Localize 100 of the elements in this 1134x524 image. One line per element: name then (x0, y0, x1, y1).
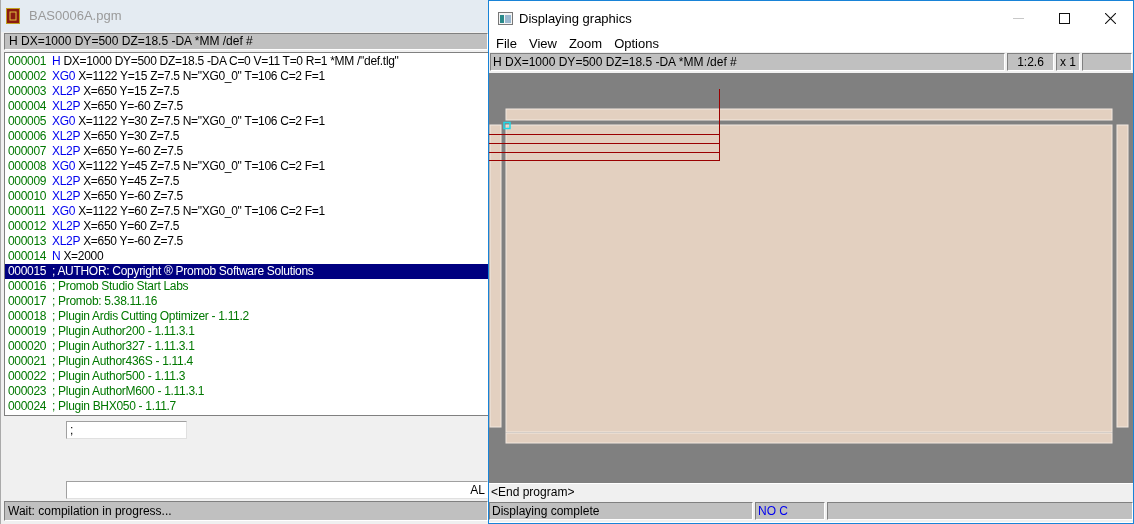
scale-field: 1:2.6 (1007, 53, 1054, 71)
comment-text: ; Promob: 5.38.11.16 (52, 293, 158, 309)
line-number: 000006 (7, 128, 48, 144)
code-row[interactable]: 000009 XL2P X=650 Y=45 Z=7.5 (5, 173, 488, 189)
input-field[interactable]: AL (66, 481, 488, 500)
code-text: X=650 Y=30 Z=7.5 (83, 128, 180, 144)
code-text: X=1122 Y=45 Z=7.5 N="XG0_0" T=106 C=2 F=1 (78, 158, 325, 174)
line-number: 000007 (7, 143, 48, 159)
keyword: N (52, 248, 61, 264)
mode-indicator: NO C (755, 502, 825, 520)
line-number: 000011 (7, 203, 47, 219)
code-row[interactable]: 000006 XL2P X=650 Y=30 Z=7.5 (5, 128, 488, 144)
code-row[interactable]: 000008 XG0 X=1122 Y=45 Z=7.5 N="XG0_0" T=106 C=2 F=1 (5, 158, 488, 174)
line-number: 000024 (7, 398, 48, 414)
code-row[interactable]: 000024 ; Plugin BHX050 - 1.11.7 (5, 398, 488, 414)
line-number: 000004 (7, 98, 48, 114)
code-text: X=650 Y=60 Z=7.5 (83, 218, 180, 234)
code-text: X=650 Y=-60 Z=7.5 (83, 143, 183, 159)
code-row[interactable]: 000007 XL2P X=650 Y=-60 Z=7.5 (5, 143, 488, 159)
line-number: 000015 (7, 263, 48, 279)
line-number: 000008 (7, 158, 48, 174)
status-message: Displaying complete (489, 502, 753, 520)
input-field[interactable]: ; (66, 421, 187, 440)
keyword: XG0 (52, 113, 76, 129)
code-text: X=1122 Y=30 Z=7.5 N="XG0_0" T=106 C=2 F=1 (78, 113, 325, 129)
code-row[interactable]: 000023 ; Plugin AuthorM600 - 1.11.3.1 (5, 383, 488, 399)
code-row[interactable]: 000004 XL2P X=650 Y=-60 Z=7.5 (5, 98, 488, 114)
comment-text: ; AUTHOR: Copyright ® Promob Software Solutions (52, 263, 314, 279)
code-row[interactable]: 000021 ; Plugin Author436S - 1.11.4 (5, 353, 488, 369)
comment-text: ; Plugin BHX050 - 1.11.7 (52, 398, 176, 414)
line-number: 000013 (7, 233, 48, 249)
code-row[interactable]: 000010 XL2P X=650 Y=-60 Z=7.5 (5, 188, 488, 204)
code-row[interactable]: 000003 XL2P X=650 Y=15 Z=7.5 (5, 83, 488, 99)
code-row[interactable]: 000013 XL2P X=650 Y=-60 Z=7.5 (5, 233, 488, 249)
menu-item[interactable]: Options (608, 36, 665, 51)
line-number: 000001 (7, 53, 48, 69)
code-row[interactable]: 000002 XG0 X=1122 Y=15 Z=7.5 N="XG0_0" T=106 C=2 F=1 (5, 68, 488, 84)
keyword: H (52, 53, 61, 69)
origin-marker (503, 121, 511, 130)
line-number: 000009 (7, 173, 48, 189)
line-number: 000017 (7, 293, 48, 309)
line-number: 000023 (7, 383, 48, 399)
code-row[interactable]: 000022 ; Plugin Author500 - 1.11.3 (5, 368, 488, 384)
code-row[interactable]: 000011 XG0 X=1122 Y=60 Z=7.5 N="XG0_0" T=106 C=2 F=1 (5, 203, 488, 219)
comment-text: ; Plugin AuthorM600 - 1.11.3.1 (52, 383, 205, 399)
keyword: XL2P (52, 98, 81, 114)
menu-item[interactable]: Zoom (562, 36, 609, 51)
keyword: XG0 (52, 158, 76, 174)
window-title: Displaying graphics (519, 10, 633, 26)
window-title: BAS0006A.pgm (29, 8, 122, 24)
maximize-icon (1058, 12, 1070, 24)
code-row[interactable]: 000019 ; Plugin Author200 - 1.11.3.1 (5, 323, 488, 339)
keyword: XG0 (52, 203, 76, 219)
multiplier-field: x 1 (1056, 53, 1080, 71)
code-text: X=650 Y=45 Z=7.5 (83, 173, 180, 189)
code-row[interactable]: 000017 ; Promob: 5.38.11.16 (5, 293, 488, 309)
code-text: X=650 Y=-60 Z=7.5 (83, 233, 183, 249)
keyword: XL2P (52, 143, 81, 159)
menu-item[interactable]: File (490, 36, 523, 51)
line-number: 000020 (7, 338, 48, 354)
comment-text: ; Plugin Author436S - 1.11.4 (52, 353, 193, 369)
comment-text: ; Plugin Ardis Cutting Optimizer - 1.11.2 (52, 308, 249, 324)
keyword: XL2P (52, 128, 81, 144)
code-text: X=650 Y=-60 Z=7.5 (83, 98, 183, 114)
code-text: DX=1000 DY=500 DZ=18.5 -DA C=0 V=11 T=0 R=1 *MM /"def.tlg" (63, 53, 399, 69)
code-row[interactable]: 000005 XG0 X=1122 Y=30 Z=7.5 N="XG0_0" T=106 C=2 F=1 (5, 113, 488, 129)
app-icon (6, 7, 20, 24)
keyword: XG0 (52, 68, 76, 84)
code-text: X=1122 Y=15 Z=7.5 N="XG0_0" T=106 C=2 F=1 (78, 68, 325, 84)
keyword: XL2P (52, 173, 81, 189)
comment-text: ; Promob Studio Start Labs (52, 278, 189, 294)
code-text: X=650 Y=15 Z=7.5 (83, 83, 180, 99)
code-row[interactable]: 000018 ; Plugin Ardis Cutting Optimizer - 1.11.2 (5, 308, 488, 324)
keyword: XL2P (52, 188, 81, 204)
code-row[interactable]: 000016 ; Promob Studio Start Labs (5, 278, 488, 294)
line-number: 000010 (7, 188, 48, 204)
line-number: 000005 (7, 113, 48, 129)
code-text: X=1122 Y=60 Z=7.5 N="XG0_0" T=106 C=2 F=1 (78, 203, 325, 219)
code-row[interactable]: 000001 H DX=1000 DY=500 DZ=18.5 -DA C=0 V=11 T=0 R=1 *MM /"def.tlg" (5, 53, 488, 69)
line-number: 000021 (7, 353, 48, 369)
menu-item[interactable]: View (522, 36, 563, 51)
line-number: 000018 (7, 308, 48, 324)
comment-text: ; Plugin Author327 - 1.11.3.1 (52, 338, 195, 354)
status-field (1082, 53, 1132, 71)
keyword: XL2P (52, 83, 81, 99)
code-row[interactable]: 000015 ; AUTHOR: Copyright ® Promob Software Solutions (5, 263, 488, 279)
line-number: 000022 (7, 368, 48, 384)
code-text: X=2000 (63, 248, 104, 264)
code-row[interactable]: 000012 XL2P X=650 Y=60 Z=7.5 (5, 218, 488, 234)
line-number: 000012 (7, 218, 48, 234)
code-row[interactable]: 000020 ; Plugin Author327 - 1.11.3.1 (5, 338, 488, 354)
line-number: 000003 (7, 83, 48, 99)
status-bar: Wait: compilation in progress... (4, 501, 488, 521)
line-number: 000014 (7, 248, 48, 264)
header-field: H DX=1000 DY=500 DZ=18.5 -DA *MM /def # (4, 32, 488, 50)
code-text: X=650 Y=-60 Z=7.5 (83, 188, 183, 204)
keyword: XL2P (52, 233, 81, 249)
code-row[interactable]: 000014 N X=2000 (5, 248, 488, 264)
line-number: 000019 (7, 323, 48, 339)
line-number: 000016 (7, 278, 48, 294)
